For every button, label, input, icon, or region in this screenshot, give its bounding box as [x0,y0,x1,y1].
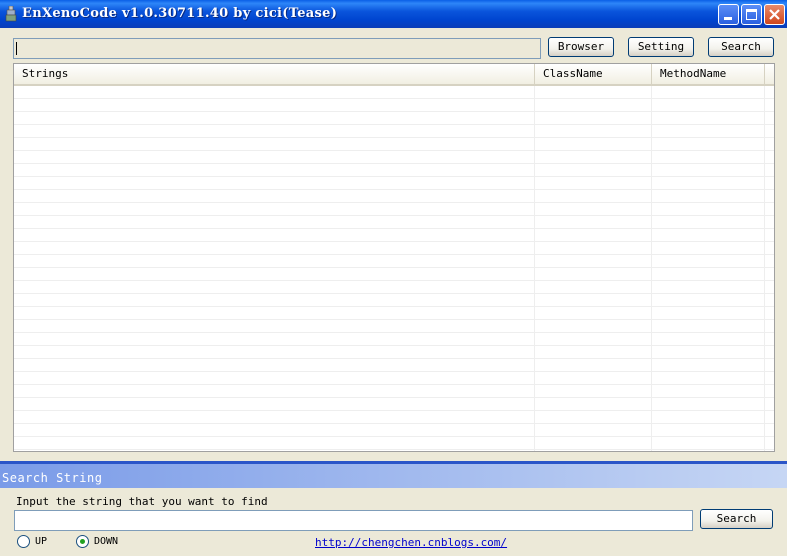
column-header-methodname[interactable]: MethodName [652,64,765,84]
setting-button[interactable]: Setting [628,37,694,57]
close-button[interactable] [764,4,785,25]
column-header-classname[interactable]: ClassName [535,64,652,84]
maximize-button[interactable] [741,4,762,25]
column-divider [651,86,652,451]
maximize-icon [746,9,757,20]
find-string-input[interactable] [14,510,693,531]
radio-selected-dot [80,539,85,544]
author-website-link[interactable]: http://chengchen.cnblogs.com/ [315,536,507,549]
direction-down-label[interactable]: DOWN [94,536,118,547]
search-panel-title: Search String [2,471,103,485]
browser-button[interactable]: Browser [548,37,614,57]
list-body[interactable] [14,86,774,451]
close-icon [769,9,780,20]
strings-list[interactable]: Strings ClassName MethodName [13,63,775,452]
minimize-icon [724,17,732,20]
direction-down-radio[interactable] [76,535,89,548]
app-icon [5,5,17,22]
direction-up-radio[interactable] [17,535,30,548]
column-header-strings[interactable]: Strings [14,64,535,84]
list-header: Strings ClassName MethodName [14,64,774,86]
window-title: EnXenoCode v1.0.30711.40 by cici(Tease) [22,6,338,21]
column-divider [764,86,765,451]
column-divider [534,86,535,451]
search-button[interactable]: Search [708,37,774,57]
search-panel-header [0,464,787,488]
find-prompt-label: Input the string that you want to find [16,495,268,508]
direction-up-label[interactable]: UP [35,536,47,547]
text-caret [16,42,17,55]
path-input[interactable] [13,38,541,59]
find-search-button[interactable]: Search [700,509,773,529]
minimize-button[interactable] [718,4,739,25]
